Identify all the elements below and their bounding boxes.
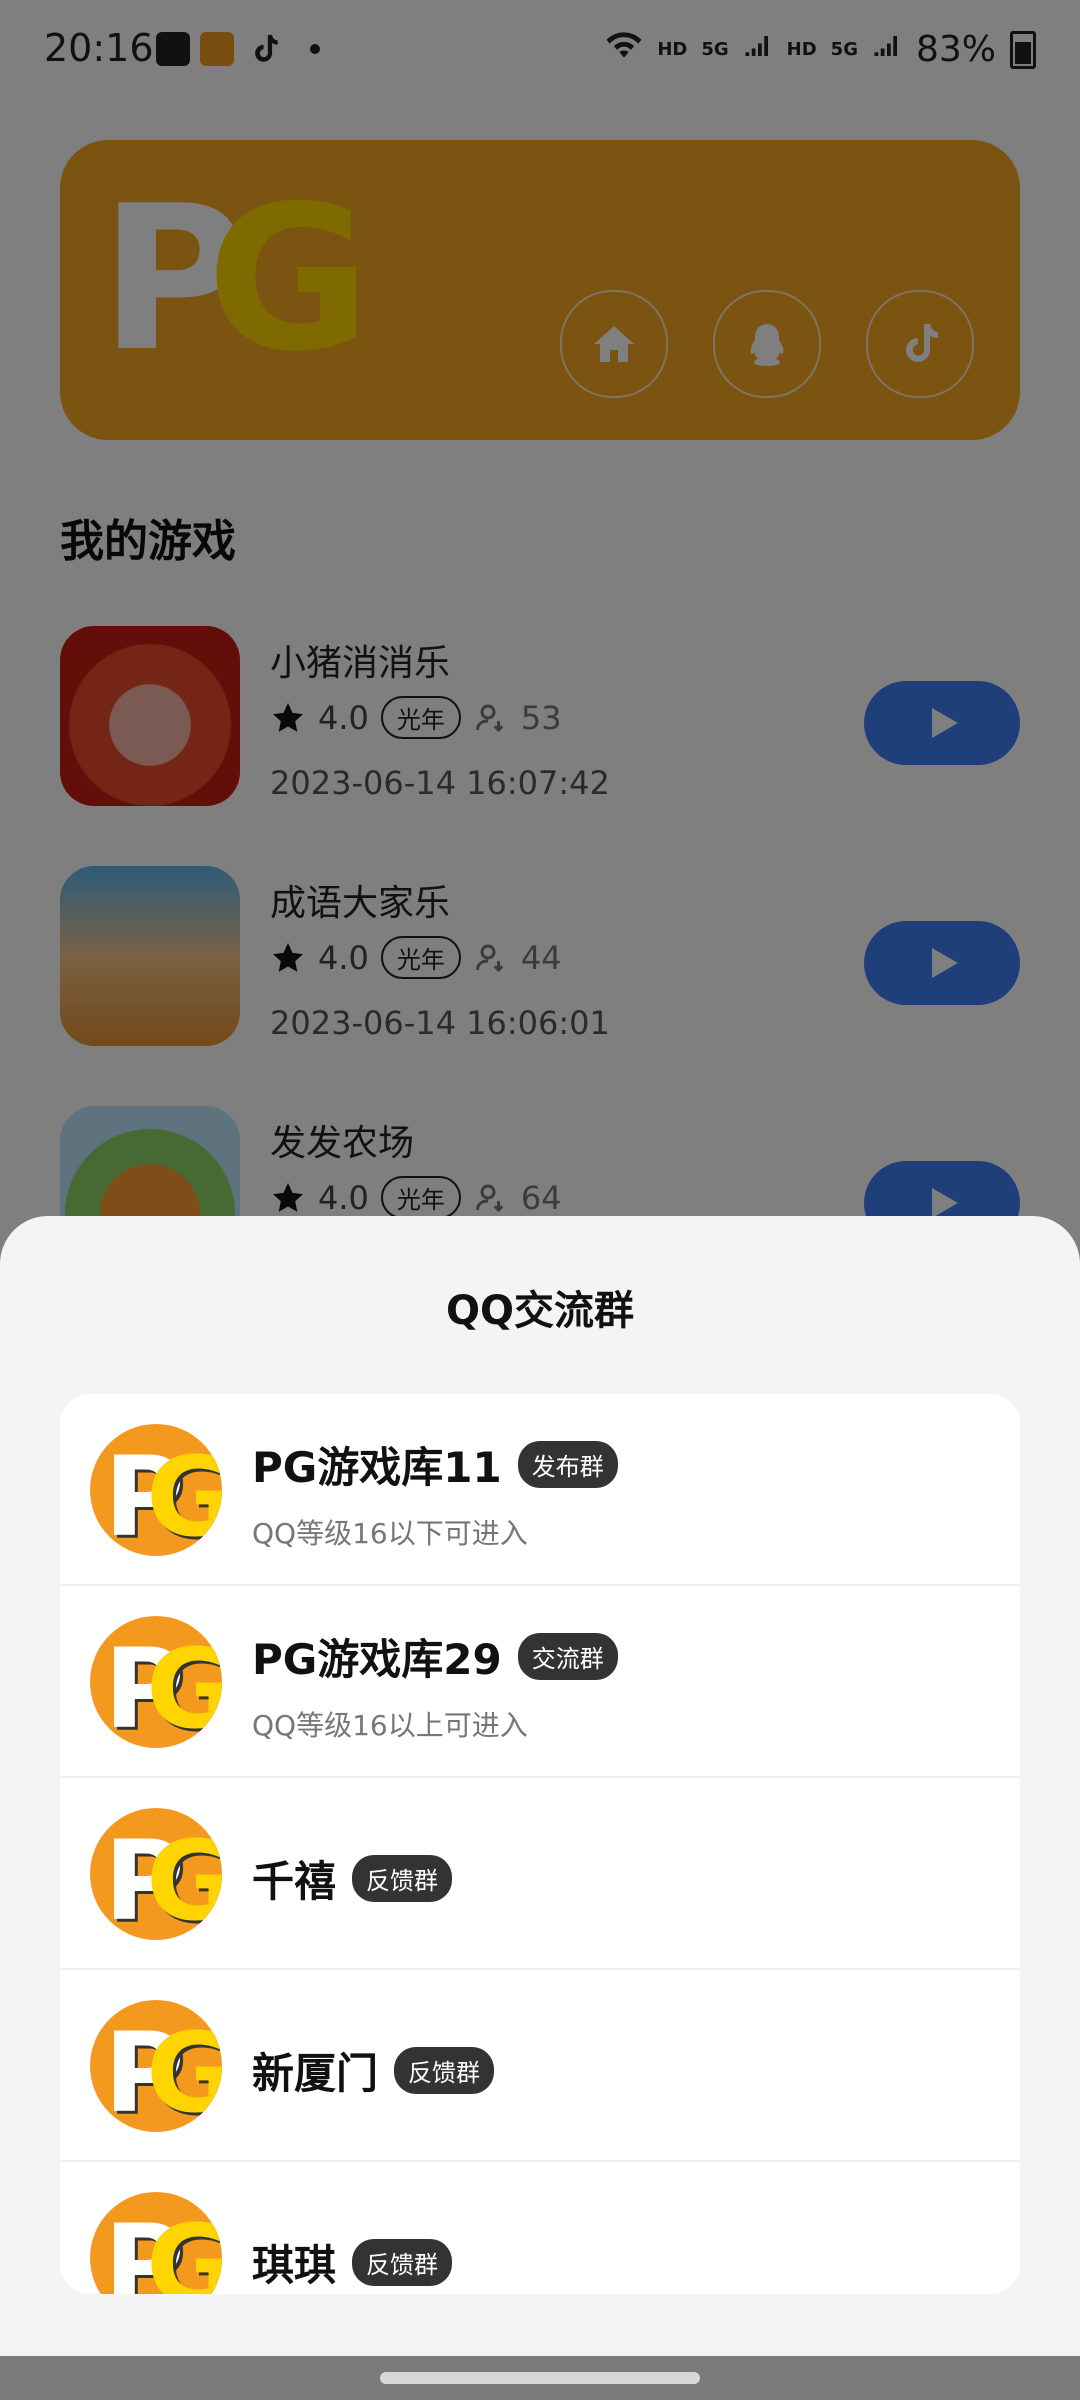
avatar-letter-g: G	[146, 1625, 222, 1748]
avatar-letter-g: G	[146, 1433, 222, 1556]
avatar-letter-g: G	[146, 2009, 222, 2132]
group-name: PG游戏库11	[252, 1443, 502, 1492]
group-badge: 交流群	[517, 1633, 618, 1680]
qq-group-sheet: QQ交流群 P G PG游戏库11 发布群 QQ等级16以下可进入 P G PG…	[0, 1216, 1080, 2356]
avatar-letter-g: G	[146, 2201, 222, 2294]
group-item[interactable]: P G 琪琪 反馈群	[60, 2162, 1020, 2294]
group-title-row: PG游戏库11 发布群	[252, 1434, 618, 1495]
group-name: 千禧	[252, 1857, 337, 1906]
group-item[interactable]: P G 千禧 反馈群	[60, 1778, 1020, 1970]
group-subtitle: QQ等级16以上可进入	[252, 1709, 528, 1742]
group-item[interactable]: P G PG游戏库29 交流群 QQ等级16以上可进入	[60, 1586, 1020, 1778]
group-name: 琪琪	[252, 2241, 337, 2290]
group-avatar: P G	[90, 1424, 222, 1556]
system-nav-bar	[0, 2356, 1080, 2400]
group-badge: 反馈群	[394, 2047, 495, 2094]
group-badge: 发布群	[517, 1441, 618, 1488]
group-title-row: 琪琪 反馈群	[252, 2232, 453, 2293]
group-item[interactable]: P G PG游戏库11 发布群 QQ等级16以下可进入	[60, 1394, 1020, 1586]
sheet-title: QQ交流群	[445, 1288, 634, 1334]
gesture-handle[interactable]	[380, 2372, 700, 2384]
group-avatar: P G	[90, 2192, 222, 2294]
group-subtitle: QQ等级16以下可进入	[252, 1517, 528, 1550]
group-avatar: P G	[90, 2000, 222, 2132]
group-avatar: P G	[90, 1616, 222, 1748]
group-name: 新厦门	[252, 2049, 379, 2098]
group-item[interactable]: P G 新厦门 反馈群	[60, 1970, 1020, 2162]
group-badge: 反馈群	[352, 1855, 453, 1902]
group-title-row: 新厦门 反馈群	[252, 2040, 495, 2101]
group-title-row: PG游戏库29 交流群	[252, 1626, 618, 1687]
group-avatar: P G	[90, 1808, 222, 1940]
group-title-row: 千禧 反馈群	[252, 1848, 453, 1909]
group-name: PG游戏库29	[252, 1635, 502, 1684]
group-badge: 反馈群	[352, 2239, 453, 2286]
group-list: P G PG游戏库11 发布群 QQ等级16以下可进入 P G PG游戏库29 …	[60, 1394, 1020, 2294]
avatar-letter-g: G	[146, 1817, 222, 1940]
